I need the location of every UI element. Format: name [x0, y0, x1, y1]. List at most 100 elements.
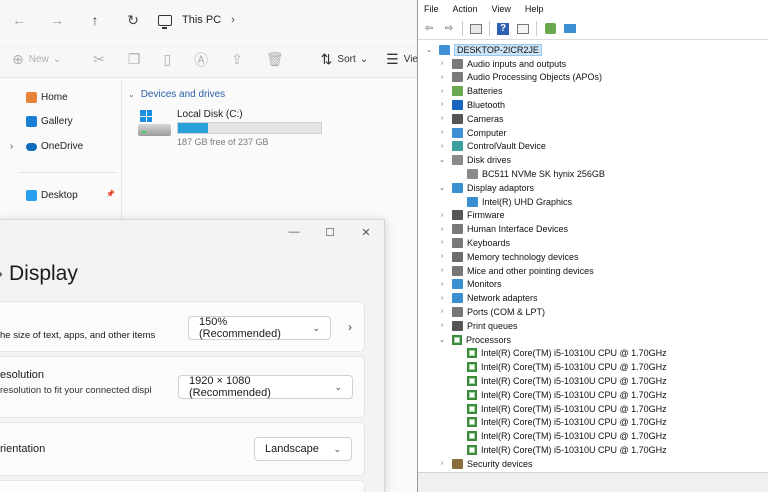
device-item[interactable]: Intel(R) Core(TM) i5-10310U CPU @ 1.70GH…	[452, 430, 667, 443]
delete-button[interactable]: 🗑	[266, 42, 289, 78]
chevron-down-icon[interactable]: ⌄	[424, 46, 434, 54]
device-item[interactable]: BC511 NVMe SK hynix 256GB	[452, 167, 605, 180]
close-button[interactable]: ✕	[348, 220, 384, 244]
scale-dropdown[interactable]: 150% (Recommended) ⌄	[188, 316, 331, 340]
rename-button[interactable]: Ⓐ	[194, 42, 213, 78]
device-category[interactable]: › Mice and other pointing devices	[437, 264, 594, 277]
paste-button[interactable]: ▯	[163, 42, 176, 78]
chevron-right-icon[interactable]: ›	[437, 143, 447, 150]
resolution-dropdown[interactable]: 1920 × 1080 (Recommended) ⌄	[178, 375, 353, 399]
device-category[interactable]: › Firmware	[437, 209, 505, 222]
chevron-right-icon[interactable]: ›	[437, 60, 447, 67]
orientation-dropdown[interactable]: Landscape ⌄	[254, 437, 352, 461]
device-item[interactable]: Intel(R) Core(TM) i5-10310U CPU @ 1.70GH…	[452, 416, 667, 429]
next-setting-card[interactable]	[0, 480, 365, 492]
drive-item-c[interactable]: Local Disk (C:) 187 GB free of 237 GB	[138, 107, 338, 151]
chevron-right-icon[interactable]: ›	[437, 253, 447, 260]
device-item[interactable]: Intel(R) Core(TM) i5-10310U CPU @ 1.70GH…	[452, 388, 667, 401]
menu-file[interactable]: File	[422, 4, 441, 14]
help-button[interactable]: ?	[496, 22, 510, 35]
device-category[interactable]: › Computer	[437, 126, 507, 139]
orientation-setting-card[interactable]: rientation Landscape ⌄	[0, 422, 365, 476]
chevron-right-icon[interactable]: ›	[437, 129, 447, 136]
device-icon	[452, 224, 463, 235]
up-button[interactable]: ↑	[76, 0, 114, 40]
chevron-right-icon[interactable]: ›	[437, 226, 447, 233]
device-label: Firmware	[467, 210, 505, 221]
chevron-right-icon[interactable]: ›	[437, 322, 447, 329]
chevron-right-icon[interactable]: ›	[348, 320, 352, 334]
device-category[interactable]: › ControlVault Device	[437, 140, 546, 153]
device-item[interactable]: Intel(R) UHD Graphics	[452, 195, 572, 208]
menu-help[interactable]: Help	[523, 4, 546, 14]
properties-button[interactable]	[516, 22, 530, 35]
chevron-right-icon[interactable]: ›	[437, 101, 447, 108]
device-item[interactable]: Intel(R) Core(TM) i5-10310U CPU @ 1.70GH…	[452, 443, 667, 456]
new-button[interactable]: ⊕ New ⌄	[12, 42, 61, 78]
address-chevron-icon[interactable]: ›	[231, 14, 235, 26]
group-header-devices[interactable]: ⌄ Devices and drives	[128, 89, 225, 100]
scan-hardware-button[interactable]	[563, 22, 577, 35]
nav-item-gallery[interactable]: Gallery	[26, 116, 73, 127]
chevron-right-icon[interactable]: ›	[437, 74, 447, 81]
sort-button[interactable]: ⇅ Sort ⌄	[321, 42, 368, 78]
maximize-button[interactable]: ☐	[312, 220, 348, 244]
device-category[interactable]: › Cameras	[437, 112, 504, 125]
device-category[interactable]: › Memory technology devices	[437, 250, 579, 263]
chevron-down-icon[interactable]: ⌄	[437, 184, 447, 192]
share-button[interactable]: ⇪	[231, 42, 248, 78]
device-category[interactable]: › Bluetooth	[437, 98, 505, 111]
device-category[interactable]: › Batteries	[437, 85, 503, 98]
chevron-right-icon[interactable]: ›	[437, 308, 447, 315]
device-item[interactable]: Intel(R) Core(TM) i5-10310U CPU @ 1.70GH…	[452, 374, 667, 387]
chevron-down-icon[interactable]: ⌄	[437, 156, 447, 164]
device-item[interactable]: Intel(R) Core(TM) i5-10310U CPU @ 1.70GH…	[452, 402, 667, 415]
device-category[interactable]: › Keyboards	[437, 236, 510, 249]
onedrive-expand-icon[interactable]: ›	[10, 141, 13, 152]
tree-root[interactable]: ⌄ DESKTOP-2ICR2JE	[424, 43, 542, 56]
nav-item-home[interactable]: Home	[26, 92, 68, 103]
device-category[interactable]: ⌄ Processors	[437, 333, 511, 346]
forward-button[interactable]: →	[38, 0, 76, 40]
device-category[interactable]: › Monitors	[437, 278, 502, 291]
nav-item-desktop[interactable]: Desktop	[26, 190, 78, 201]
chevron-right-icon[interactable]: ›	[437, 239, 447, 246]
nav-item-onedrive[interactable]: OneDrive	[26, 141, 83, 152]
toolbar-forward-button[interactable]: ⇨	[442, 22, 456, 35]
chevron-right-icon[interactable]: ›	[437, 267, 447, 274]
device-item[interactable]: Intel(R) Core(TM) i5-10310U CPU @ 1.70GH…	[452, 347, 667, 360]
device-category[interactable]: › Audio Processing Objects (APOs)	[437, 71, 602, 84]
device-item[interactable]: Intel(R) Core(TM) i5-10310U CPU @ 1.70GH…	[452, 361, 667, 374]
menu-action[interactable]: Action	[451, 4, 480, 14]
minimize-button[interactable]: —	[276, 220, 312, 244]
device-category[interactable]: › Network adapters	[437, 292, 538, 305]
chevron-right-icon[interactable]: ›	[437, 295, 447, 302]
device-category[interactable]: › Print queues	[437, 319, 518, 332]
device-category[interactable]: › Human Interface Devices	[437, 223, 568, 236]
settings-window: — ☐ ✕ › Display he size of text, apps, an…	[0, 219, 385, 492]
device-category[interactable]: › Audio inputs and outputs	[437, 57, 566, 70]
show-hide-tree-button[interactable]	[469, 22, 483, 35]
chevron-right-icon[interactable]: ›	[437, 281, 447, 288]
device-icon	[467, 168, 478, 179]
menu-view[interactable]: View	[490, 4, 513, 14]
chevron-right-icon[interactable]: ›	[437, 115, 447, 122]
resolution-setting-card[interactable]: esolution resolution to fit your connect…	[0, 356, 365, 418]
cut-button[interactable]: ✂	[93, 42, 110, 78]
copy-button[interactable]: ❐	[128, 42, 146, 78]
address-location: This PC	[182, 14, 222, 26]
address-bar[interactable]: This PC ›	[152, 0, 235, 40]
update-driver-button[interactable]	[543, 22, 557, 35]
chevron-right-icon[interactable]: ›	[437, 460, 447, 467]
chevron-down-icon[interactable]: ⌄	[437, 336, 447, 344]
back-button[interactable]: ←	[0, 0, 38, 40]
refresh-button[interactable]: ↻	[114, 0, 152, 40]
device-category[interactable]: › Security devices	[437, 457, 533, 470]
toolbar-back-button[interactable]: ⇦	[422, 22, 436, 35]
chevron-right-icon[interactable]: ›	[437, 212, 447, 219]
device-category[interactable]: › Ports (COM & LPT)	[437, 305, 545, 318]
device-category[interactable]: ⌄ Disk drives	[437, 154, 511, 167]
device-category[interactable]: ⌄ Display adaptors	[437, 181, 534, 194]
chevron-right-icon[interactable]: ›	[437, 88, 447, 95]
scale-setting-card[interactable]: he size of text, apps, and other items 1…	[0, 301, 365, 352]
